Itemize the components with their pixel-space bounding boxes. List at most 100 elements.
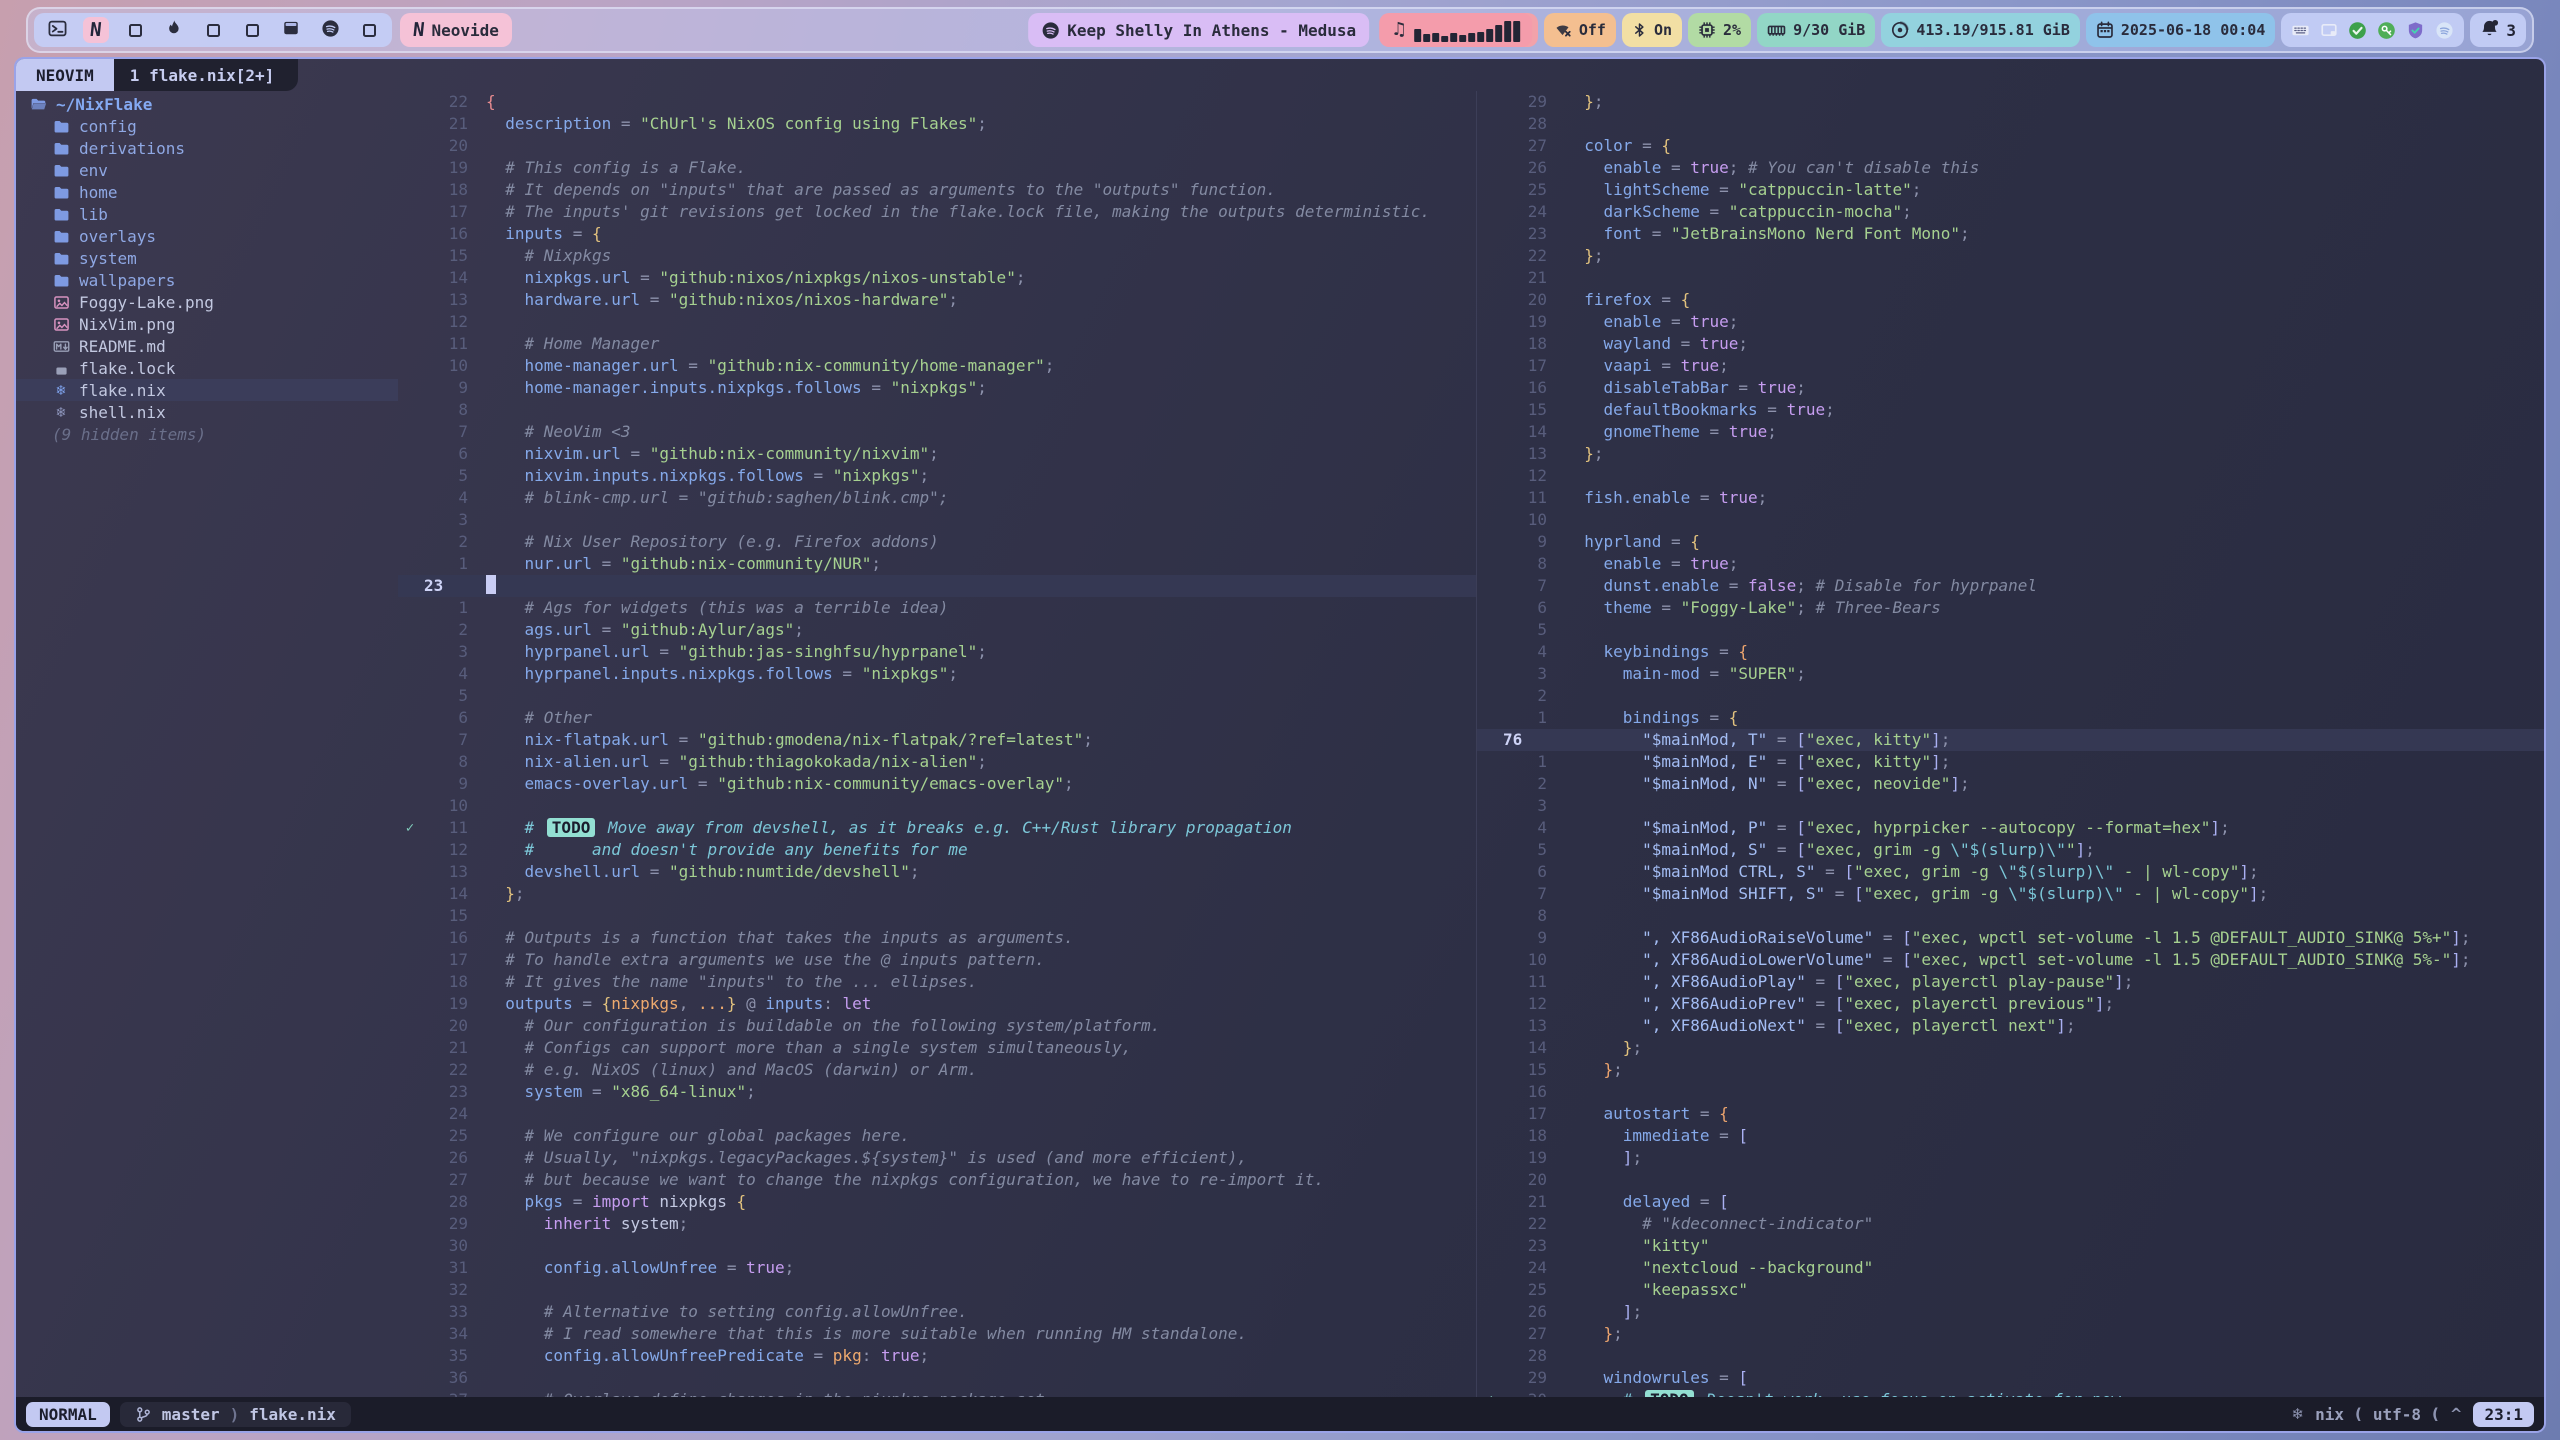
tab-flake-nix[interactable]: 1 flake.nix[2+] <box>114 59 299 91</box>
visualizer-widget[interactable]: ♫ <box>1379 13 1532 47</box>
code-line[interactable]: 18 immediate = [ <box>1477 1125 2544 1147</box>
code-line[interactable]: 7 # NeoVim <3 <box>398 421 1476 443</box>
code-line[interactable]: 4 hyprpanel.inputs.nixpkgs.follows = "ni… <box>398 663 1476 685</box>
code-line[interactable]: 23 system = "x86_64-linux"; <box>398 1081 1476 1103</box>
tree-item-foggy-lake.png[interactable]: Foggy-Lake.png <box>16 291 398 313</box>
code-line[interactable]: 8 enable = true; <box>1477 553 2544 575</box>
code-line[interactable]: 20 <box>1477 1169 2544 1191</box>
code-line[interactable]: 16 <box>1477 1081 2544 1103</box>
code-line[interactable]: 8 <box>398 399 1476 421</box>
workspace-3-workspace-dot-icon[interactable] <box>122 17 148 43</box>
code-line[interactable]: 2 ags.url = "github:Aylur/ags"; <box>398 619 1476 641</box>
workspace-2-neovide-icon[interactable]: N <box>83 17 109 43</box>
code-line[interactable]: 26 enable = true; # You can't disable th… <box>1477 157 2544 179</box>
code-line[interactable]: 36 <box>398 1367 1476 1389</box>
code-line[interactable]: 16 # Outputs is a function that takes th… <box>398 927 1476 949</box>
code-line[interactable]: 5 <box>398 685 1476 707</box>
tree-item-flake.nix[interactable]: ❄flake.nix <box>16 379 398 401</box>
code-line[interactable]: 25 "keepassxc" <box>1477 1279 2544 1301</box>
code-line[interactable]: 17 vaapi = true; <box>1477 355 2544 377</box>
tree-item-overlays[interactable]: overlays <box>16 225 398 247</box>
code-line[interactable]: 20 # Our configuration is buildable on t… <box>398 1015 1476 1037</box>
code-line[interactable]: 19 enable = true; <box>1477 311 2544 333</box>
code-line[interactable]: 13 }; <box>1477 443 2544 465</box>
code-line[interactable]: 15 defaultBookmarks = true; <box>1477 399 2544 421</box>
code-line[interactable]: 6 "$mainMod CTRL, S" = ["exec, grim -g \… <box>1477 861 2544 883</box>
code-line[interactable]: 19 outputs = {nixpkgs, ...} @ inputs: le… <box>398 993 1476 1015</box>
code-line[interactable]: 8 nix-alien.url = "github:thiagokokada/n… <box>398 751 1476 773</box>
tree-item-flake.lock[interactable]: flake.lock <box>16 357 398 379</box>
code-line[interactable]: 14 }; <box>1477 1037 2544 1059</box>
code-line[interactable]: 4 "$mainMod, P" = ["exec, hyprpicker --a… <box>1477 817 2544 839</box>
code-line[interactable]: 3 hyprpanel.url = "github:jas-singhfsu/h… <box>398 641 1476 663</box>
memory-widget[interactable]: 9/30 GiB <box>1757 13 1875 47</box>
code-line[interactable]: 15 }; <box>1477 1059 2544 1081</box>
code-line[interactable]: 15 # Nixpkgs <box>398 245 1476 267</box>
tree-item-shell.nix[interactable]: ❄shell.nix <box>16 401 398 423</box>
code-line[interactable]: 34 # I read somewhere that this is more … <box>398 1323 1476 1345</box>
code-line[interactable]: 10 ", XF86AudioLowerVolume" = ["exec, wp… <box>1477 949 2544 971</box>
workspace-4-flame-icon[interactable] <box>161 17 187 43</box>
code-line[interactable]: 33 # Alternative to setting config.allow… <box>398 1301 1476 1323</box>
code-line[interactable]: 28 <box>1477 113 2544 135</box>
code-line[interactable]: 20 firefox = { <box>1477 289 2544 311</box>
tree-item-readme.md[interactable]: README.md <box>16 335 398 357</box>
code-line[interactable]: 17 # The inputs' git revisions get locke… <box>398 201 1476 223</box>
code-line[interactable]: 19 ]; <box>1477 1147 2544 1169</box>
code-line[interactable]: 16 inputs = { <box>398 223 1476 245</box>
code-line[interactable]: 16 disableTabBar = true; <box>1477 377 2544 399</box>
code-line[interactable]: 9 hyprland = { <box>1477 531 2544 553</box>
code-line[interactable]: 18 # It gives the name "inputs" to the .… <box>398 971 1476 993</box>
code-line[interactable]: 7 dunst.enable = false; # Disable for hy… <box>1477 575 2544 597</box>
disk-widget[interactable]: 413.19/915.81 GiB <box>1881 13 2080 47</box>
code-line[interactable]: 3 <box>398 509 1476 531</box>
app-button[interactable]: N Neovide <box>400 13 512 47</box>
code-line[interactable]: 8 <box>1477 905 2544 927</box>
code-line[interactable]: 24 darkScheme = "catppuccin-mocha"; <box>1477 201 2544 223</box>
code-line[interactable]: 14 }; <box>398 883 1476 905</box>
code-line[interactable]: 23 "kitty" <box>1477 1235 2544 1257</box>
workspace-6-workspace-dot-icon[interactable] <box>239 17 265 43</box>
code-line[interactable]: ✓11 # TODO Move away from devshell, as i… <box>398 817 1476 839</box>
code-line[interactable]: 21 # Configs can support more than a sin… <box>398 1037 1476 1059</box>
tree-item-nixvim.png[interactable]: NixVim.png <box>16 313 398 335</box>
code-line[interactable]: 31 config.allowUnfree = true; <box>398 1257 1476 1279</box>
code-line[interactable]: 24 <box>398 1103 1476 1125</box>
code-line[interactable]: 1 # Ags for widgets (this was a terrible… <box>398 597 1476 619</box>
code-line[interactable]: 1 nur.url = "github:nix-community/NUR"; <box>398 553 1476 575</box>
tree-item-derivations[interactable]: derivations <box>16 137 398 159</box>
code-line[interactable]: 22{ <box>398 91 1476 113</box>
code-line[interactable]: 12 <box>1477 465 2544 487</box>
tree-item-nixflake[interactable]: ~/NixFlake <box>16 93 398 115</box>
code-line[interactable]: 12 <box>398 311 1476 333</box>
spotify-light-icon[interactable] <box>2435 21 2454 40</box>
code-line[interactable]: 25 # We configure our global packages he… <box>398 1125 1476 1147</box>
notifications-widget[interactable]: 3 <box>2470 13 2526 47</box>
code-line-current[interactable]: 23 <box>398 575 1476 597</box>
code-line[interactable]: ✓30 # TODO Doesn't work, use focus_on_ac… <box>1477 1389 2544 1397</box>
clipboard-icon[interactable] <box>2320 21 2338 39</box>
code-line[interactable]: 6 theme = "Foggy-Lake"; # Three-Bears <box>1477 597 2544 619</box>
code-pane-left[interactable]: 22{ 21 description = "ChUrl's NixOS conf… <box>398 91 1476 1397</box>
code-line[interactable]: 9 emacs-overlay.url = "github:nix-commun… <box>398 773 1476 795</box>
clock-widget[interactable]: 2025-06-18 00:04 <box>2086 13 2276 47</box>
code-line[interactable]: 9 home-manager.inputs.nixpkgs.follows = … <box>398 377 1476 399</box>
code-line[interactable]: 20 <box>398 135 1476 157</box>
code-pane-right[interactable]: 29 }; 28 27 color = { 26 enable = true; … <box>1476 91 2544 1397</box>
tree-item-lib[interactable]: lib <box>16 203 398 225</box>
code-line[interactable]: 18 # It depends on "inputs" that are pas… <box>398 179 1476 201</box>
code-line[interactable]: 6 # Other <box>398 707 1476 729</box>
code-line[interactable]: 18 wayland = true; <box>1477 333 2544 355</box>
code-line[interactable]: 9 ", XF86AudioRaiseVolume" = ["exec, wpc… <box>1477 927 2544 949</box>
code-line[interactable]: 23 font = "JetBrainsMono Nerd Font Mono"… <box>1477 223 2544 245</box>
code-line[interactable]: 5 "$mainMod, S" = ["exec, grim -g \"$(sl… <box>1477 839 2544 861</box>
tree-item-env[interactable]: env <box>16 159 398 181</box>
bluetooth-widget[interactable]: On <box>1622 13 1682 47</box>
code-line[interactable]: 28 pkgs = import nixpkgs { <box>398 1191 1476 1213</box>
code-line[interactable]: 26 # Usually, "nixpkgs.legacyPackages.${… <box>398 1147 1476 1169</box>
code-line[interactable]: 14 nixpkgs.url = "github:nixos/nixpkgs/n… <box>398 267 1476 289</box>
code-line[interactable]: 24 "nextcloud --background" <box>1477 1257 2544 1279</box>
code-line[interactable]: 21 <box>1477 267 2544 289</box>
code-line[interactable]: 22 }; <box>1477 245 2544 267</box>
music-widget[interactable]: Keep Shelly In Athens - Medusa <box>1028 13 1369 47</box>
